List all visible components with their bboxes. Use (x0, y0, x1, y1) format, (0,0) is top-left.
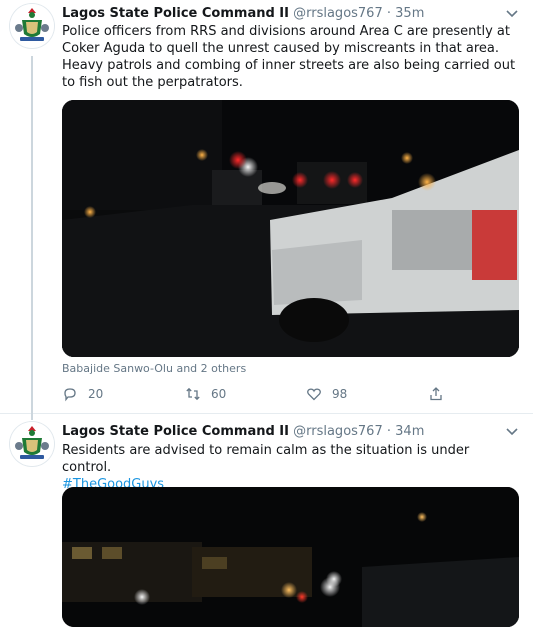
reply-button[interactable]: 20 (62, 386, 103, 402)
user-handle[interactable]: @rrslagos767 (293, 6, 383, 21)
retweet-count: 60 (211, 387, 227, 401)
night-street-photo (62, 487, 519, 627)
chevron-down-icon[interactable] (505, 5, 519, 19)
tweet-header: Lagos State Police Command II @rrslagos7… (62, 423, 424, 440)
timestamp[interactable]: 35m (395, 6, 424, 21)
heart-icon (307, 388, 321, 401)
thread-line-top (31, 412, 33, 420)
display-name[interactable]: Lagos State Police Command II (62, 424, 289, 439)
retweet-icon (186, 387, 200, 401)
liked-by-text[interactable]: Babajide Sanwo-Olu and 2 others (62, 362, 246, 375)
tweet-header: Lagos State Police Command II @rrslagos7… (62, 5, 424, 22)
share-button[interactable] (428, 386, 454, 402)
thread-line (31, 56, 33, 413)
avatar[interactable] (10, 4, 54, 48)
tweet-image[interactable] (62, 487, 519, 627)
tweet-body: Residents are advised to remain calm as … (62, 443, 470, 475)
separator-dot: · (386, 6, 392, 21)
retweet-button[interactable]: 60 (185, 386, 226, 402)
tweet-2[interactable]: Lagos State Police Command II @rrslagos7… (0, 412, 533, 627)
like-button[interactable]: 98 (306, 386, 347, 402)
tweet-1[interactable]: Lagos State Police Command II @rrslagos7… (0, 0, 533, 413)
timestamp[interactable]: 34m (395, 424, 424, 439)
share-icon (430, 387, 442, 401)
reply-icon (64, 388, 76, 402)
like-count: 98 (332, 387, 348, 401)
chevron-down-icon[interactable] (505, 423, 519, 437)
night-street-photo (62, 100, 519, 357)
reply-count: 20 (88, 387, 104, 401)
police-crest-icon (10, 4, 54, 48)
tweet-image[interactable] (62, 100, 519, 357)
avatar[interactable] (10, 422, 54, 466)
display-name[interactable]: Lagos State Police Command II (62, 6, 289, 21)
police-crest-icon (10, 422, 54, 466)
separator-dot: · (386, 424, 392, 439)
tweet-text: Residents are advised to remain calm as … (62, 442, 522, 493)
tweet-actions: 20 60 98 (62, 386, 462, 406)
user-handle[interactable]: @rrslagos767 (293, 424, 383, 439)
tweet-text: Police officers from RRS and divisions a… (62, 24, 516, 90)
